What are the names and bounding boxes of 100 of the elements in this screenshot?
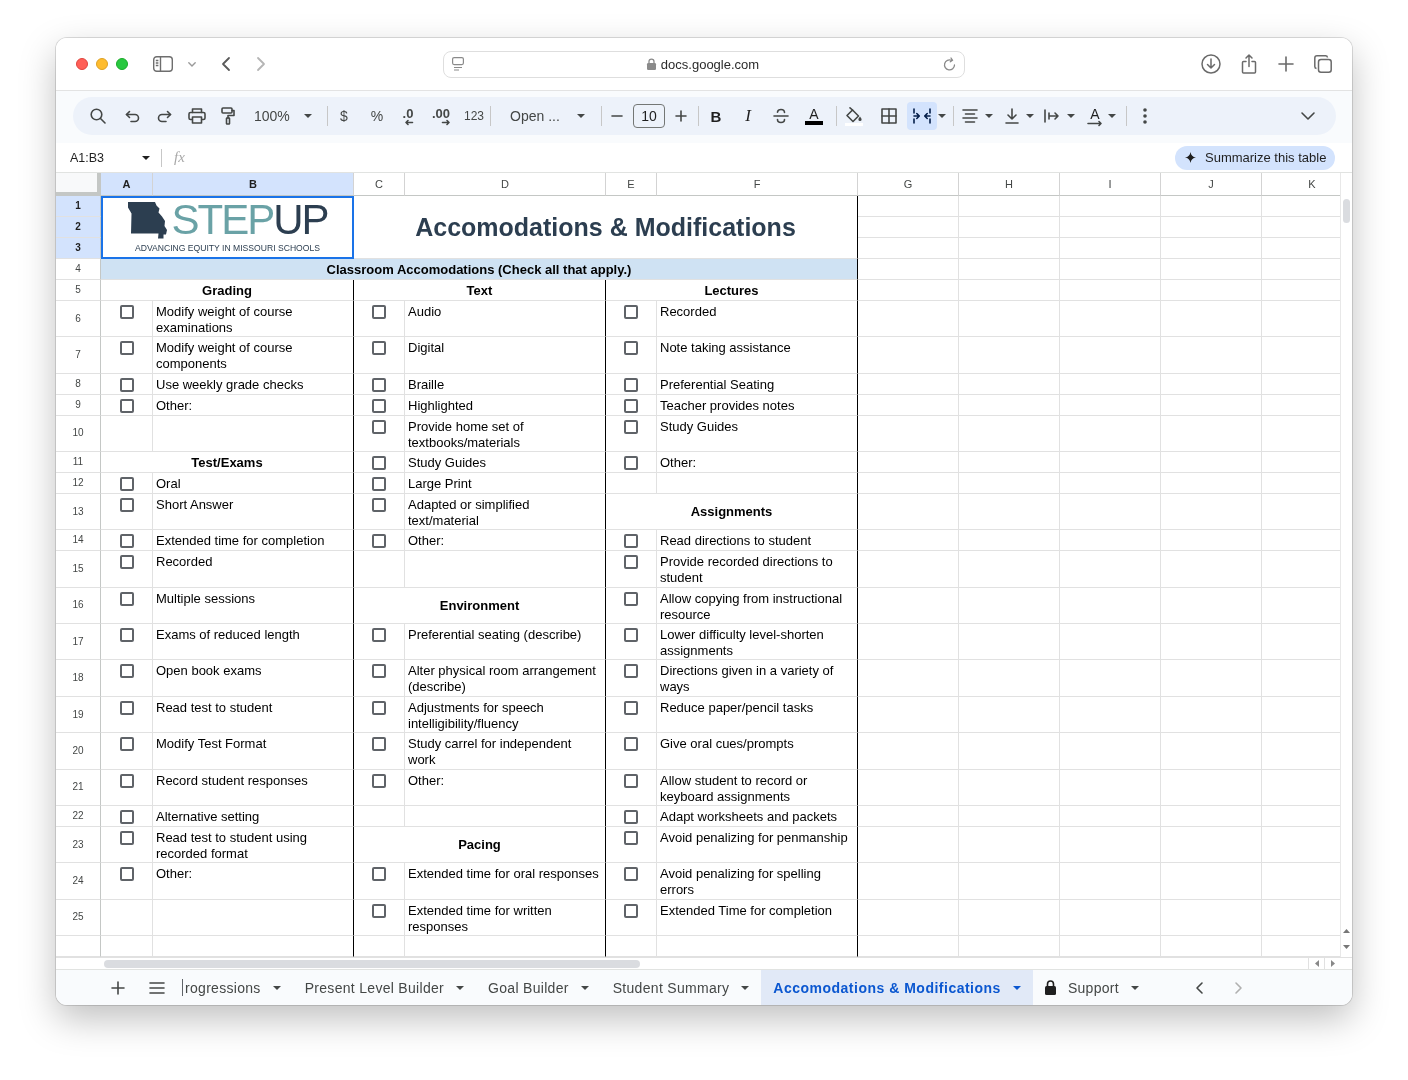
checkbox[interactable] (119, 477, 134, 492)
row-header[interactable]: 3 (56, 238, 101, 259)
checkbox[interactable] (119, 700, 134, 715)
row-header[interactable]: 13 (56, 494, 101, 531)
checkbox[interactable] (372, 664, 386, 679)
checkbox[interactable] (372, 737, 386, 752)
checkbox[interactable] (119, 773, 134, 788)
text-color-button[interactable]: A (800, 102, 828, 130)
selected-logo-cell[interactable]: STEPUP ADVANCING EQUITY IN MISSOURI SCHOOLS (101, 196, 354, 259)
checkbox[interactable] (372, 700, 386, 715)
checkbox[interactable] (372, 498, 386, 513)
zoom-dropdown[interactable]: 100% (250, 102, 316, 130)
checkbox[interactable] (624, 628, 638, 643)
checkbox[interactable] (624, 773, 638, 788)
row-header[interactable]: 4 (56, 259, 101, 280)
checkbox[interactable] (119, 867, 134, 882)
checkbox[interactable] (624, 664, 638, 679)
merge-cells-button[interactable] (907, 102, 937, 130)
currency-format-button[interactable]: $ (332, 102, 356, 130)
new-tab-button[interactable] (1278, 56, 1294, 72)
checkbox[interactable] (624, 341, 638, 356)
checkbox[interactable] (624, 419, 638, 434)
checkbox[interactable] (119, 498, 134, 513)
checkbox[interactable] (372, 903, 386, 918)
scrollbar-thumb[interactable] (1343, 199, 1350, 223)
number-format-button[interactable]: 123 (459, 102, 489, 130)
back-button[interactable] (222, 57, 230, 71)
row-header[interactable]: 10 (56, 415, 101, 453)
row-header[interactable]: 18 (56, 660, 101, 697)
sidebar-button[interactable] (153, 56, 173, 72)
column-header[interactable]: K (1262, 173, 1340, 196)
decrease-decimal-button[interactable]: .0 (394, 102, 422, 130)
column-header[interactable]: C (354, 173, 405, 196)
row-header[interactable]: 19 (56, 696, 101, 734)
column-header[interactable]: D (405, 173, 606, 196)
sheet-tab[interactable]: Student Summary (600, 970, 762, 1005)
row-header[interactable]: 1 (56, 196, 101, 217)
row-header[interactable]: 16 (56, 587, 101, 625)
column-header[interactable]: H (959, 173, 1060, 196)
sheet-tab[interactable]: Accomodations & Modifications (761, 970, 1033, 1005)
checkbox[interactable] (624, 737, 638, 752)
row-header[interactable]: 15 (56, 551, 101, 588)
checkbox[interactable] (624, 700, 638, 715)
sheet-tab[interactable]: rogressions (183, 970, 293, 1005)
row-header[interactable]: 9 (56, 394, 101, 416)
checkbox[interactable] (372, 534, 386, 549)
checkbox[interactable] (624, 591, 638, 606)
checkbox[interactable] (119, 305, 134, 319)
font-dropdown[interactable]: Open ... (506, 102, 590, 130)
checkbox[interactable] (624, 903, 638, 918)
checkbox[interactable] (372, 341, 386, 356)
row-header[interactable]: 8 (56, 373, 101, 395)
row-header[interactable]: 11 (56, 452, 101, 474)
checkbox[interactable] (624, 809, 638, 824)
sheet-tab[interactable]: Present Level Builder (292, 970, 477, 1005)
text-rotation-button[interactable]: A (1083, 102, 1107, 130)
column-header[interactable]: B (153, 173, 354, 196)
bold-button[interactable]: B (702, 102, 730, 130)
row-header[interactable]: 21 (56, 769, 101, 806)
checkbox[interactable] (372, 867, 386, 882)
column-header[interactable]: E (606, 173, 657, 196)
row-header[interactable]: 22 (56, 805, 101, 827)
checkbox[interactable] (119, 809, 134, 824)
checkbox[interactable] (119, 591, 134, 606)
checkbox[interactable] (624, 830, 638, 845)
checkbox[interactable] (119, 534, 134, 549)
column-header[interactable]: F (657, 173, 858, 196)
horizontal-scrollbar-thumb[interactable] (104, 959, 640, 968)
checkbox[interactable] (624, 398, 638, 413)
row-header[interactable]: 14 (56, 530, 101, 552)
checkbox[interactable] (119, 398, 134, 413)
row-header[interactable]: 25 (56, 899, 101, 936)
checkbox[interactable] (119, 341, 134, 356)
checkbox[interactable] (624, 377, 638, 392)
name-box[interactable]: A1:B3 (70, 146, 150, 169)
checkbox[interactable] (372, 419, 386, 434)
row-header[interactable]: 24 (56, 863, 101, 900)
checkbox[interactable] (372, 477, 386, 492)
checkbox[interactable] (372, 398, 386, 413)
checkbox[interactable] (119, 664, 134, 679)
sheet-tab[interactable]: Goal Builder (476, 970, 601, 1005)
checkbox[interactable] (372, 305, 386, 319)
checkbox[interactable] (624, 456, 638, 471)
share-button[interactable] (1241, 54, 1257, 74)
percent-format-button[interactable]: % (365, 102, 389, 130)
checkbox[interactable] (372, 628, 386, 643)
tab-overview-button[interactable] (1314, 55, 1332, 73)
checkbox[interactable] (119, 737, 134, 752)
row-header[interactable]: 7 (56, 337, 101, 374)
column-header[interactable]: J (1161, 173, 1262, 196)
checkbox[interactable] (119, 555, 134, 570)
checkbox[interactable] (119, 628, 134, 643)
checkbox[interactable] (372, 377, 386, 392)
checkbox[interactable] (372, 456, 386, 471)
column-header[interactable]: I (1060, 173, 1161, 196)
column-header[interactable]: G (858, 173, 959, 196)
italic-button[interactable]: I (734, 102, 762, 130)
row-header[interactable]: 17 (56, 624, 101, 661)
row-header[interactable]: 2 (56, 217, 101, 238)
address-bar[interactable]: docs.google.com (443, 50, 965, 78)
